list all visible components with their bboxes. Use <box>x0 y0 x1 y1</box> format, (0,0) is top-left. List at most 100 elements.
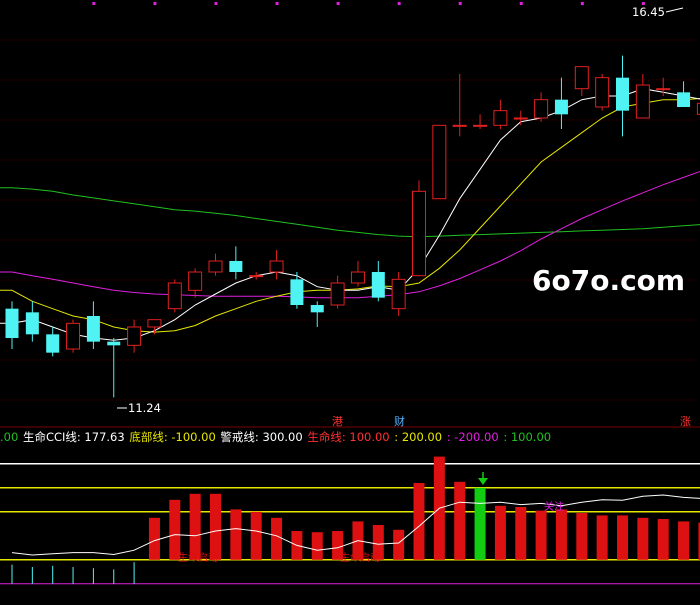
candle-33 <box>677 81 691 107</box>
candle-13 <box>269 250 284 280</box>
candle-30 <box>616 55 629 137</box>
candle-26 <box>534 92 549 122</box>
top-marker-1 <box>153 2 157 5</box>
candle-body-17 <box>350 271 365 284</box>
candle-body-12 <box>249 275 264 278</box>
candle-2 <box>46 327 60 357</box>
candle-body-5 <box>107 341 121 346</box>
event-markers: 港 财 涨 <box>332 414 691 428</box>
indicator-bars <box>11 456 700 584</box>
top-marker-0 <box>92 2 96 5</box>
candle-22 <box>452 74 467 137</box>
candle-4 <box>86 301 100 349</box>
info-prefix: .00 <box>0 430 19 444</box>
top-marker-4 <box>336 2 340 5</box>
info-m200: : -200.00 <box>446 430 499 444</box>
moving-average-lines <box>0 88 700 341</box>
candle-body-22 <box>452 124 467 127</box>
candle-18 <box>371 261 385 302</box>
ma5-line <box>0 88 700 341</box>
candle-11 <box>229 246 243 280</box>
candle-25 <box>513 110 528 126</box>
top-markers <box>92 2 645 5</box>
candle-body-15 <box>310 305 324 313</box>
candle-8 <box>167 279 182 313</box>
candle-body-18 <box>371 272 385 298</box>
candle-12 <box>249 272 264 280</box>
candle-9 <box>188 268 203 298</box>
candle-3 <box>66 319 81 353</box>
indicator-bar-29 <box>596 515 608 560</box>
indicator-bar-24 <box>494 505 506 560</box>
indicator-bar-25 <box>515 507 527 560</box>
indicator-bar-31 <box>637 517 649 560</box>
candle-27 <box>554 77 568 129</box>
candle-body-33 <box>677 92 691 107</box>
candle-body-28 <box>574 66 589 90</box>
candle-body-4 <box>86 316 100 342</box>
candle-19 <box>391 272 406 316</box>
info-100: : 100.00 <box>503 430 552 444</box>
indicator-bar-15 <box>311 532 323 560</box>
candle-body-10 <box>208 260 223 273</box>
indicator-bar-8 <box>169 499 181 560</box>
candle-body-11 <box>229 261 243 272</box>
info-cci: 生命CCI线: 177.63 <box>22 430 125 444</box>
candle-body-2 <box>46 334 60 353</box>
indicator-bar-13 <box>271 517 283 560</box>
indicator-bar-19 <box>393 529 405 560</box>
indicator-bar-12 <box>250 511 262 560</box>
marker-cai: 财 <box>394 414 405 428</box>
marker-zhang: 涨 <box>680 415 691 428</box>
indicator-bar-28 <box>576 513 588 560</box>
marker-gang: 港 <box>332 415 343 428</box>
indicator-bar-33 <box>678 521 690 560</box>
candle-body-26 <box>534 99 549 119</box>
info-life: 生命线: 100.00 <box>307 430 390 444</box>
low-price-label: 11.24 <box>128 401 161 415</box>
candle-24 <box>493 99 508 129</box>
indicator-bar-9 <box>189 493 201 560</box>
top-marker-5 <box>397 2 401 5</box>
indicator-reference-lines <box>0 463 700 585</box>
candle-body-20 <box>412 190 426 277</box>
indicator-bar-7 <box>148 517 160 560</box>
indicator-info-bar: .00 生命CCI线: 177.63 底部线: -100.00 警戒线: 300… <box>0 429 700 445</box>
indicator-bar-32 <box>657 519 669 560</box>
high-price-marker: 16.45 <box>632 5 684 19</box>
candle-body-13 <box>269 260 284 273</box>
top-marker-2 <box>214 2 218 5</box>
focus-label: 关注 <box>544 500 564 513</box>
candle-23 <box>473 114 488 129</box>
candle-body-27 <box>554 99 568 115</box>
stock-chart: 6o7o.com 16.45 11.24 港 财 涨 生命启动 生命启动 关注 <box>0 2 700 585</box>
low-price-marker: 11.24 <box>117 401 161 415</box>
candle-body-32 <box>656 88 671 91</box>
candle-body-25 <box>513 117 528 120</box>
top-marker-8 <box>580 2 584 5</box>
candle-1 <box>25 301 39 342</box>
candle-0 <box>5 301 19 349</box>
candle-21 <box>432 124 447 200</box>
info-200: : 200.00 <box>394 430 443 444</box>
indicator-bar-22 <box>454 481 466 560</box>
candle-body-19 <box>391 278 406 310</box>
candle-29 <box>595 74 610 111</box>
indicator-bar-11 <box>230 509 242 560</box>
indicator-bar-23 <box>474 487 486 560</box>
candle-body-14 <box>290 279 304 305</box>
candle-body-30 <box>616 77 629 111</box>
top-marker-6 <box>458 2 462 5</box>
candle-15 <box>310 301 324 327</box>
candle-5 <box>107 338 121 398</box>
candle-body-24 <box>493 110 508 126</box>
candle-16 <box>330 275 345 309</box>
candle-body-31 <box>635 84 650 119</box>
candle-10 <box>208 253 223 276</box>
candle-body-9 <box>188 271 203 291</box>
candle-body-23 <box>473 124 488 127</box>
price-grid <box>0 39 700 401</box>
candle-17 <box>350 261 365 287</box>
candle-body-0 <box>5 308 19 338</box>
candle-body-7 <box>147 319 162 328</box>
